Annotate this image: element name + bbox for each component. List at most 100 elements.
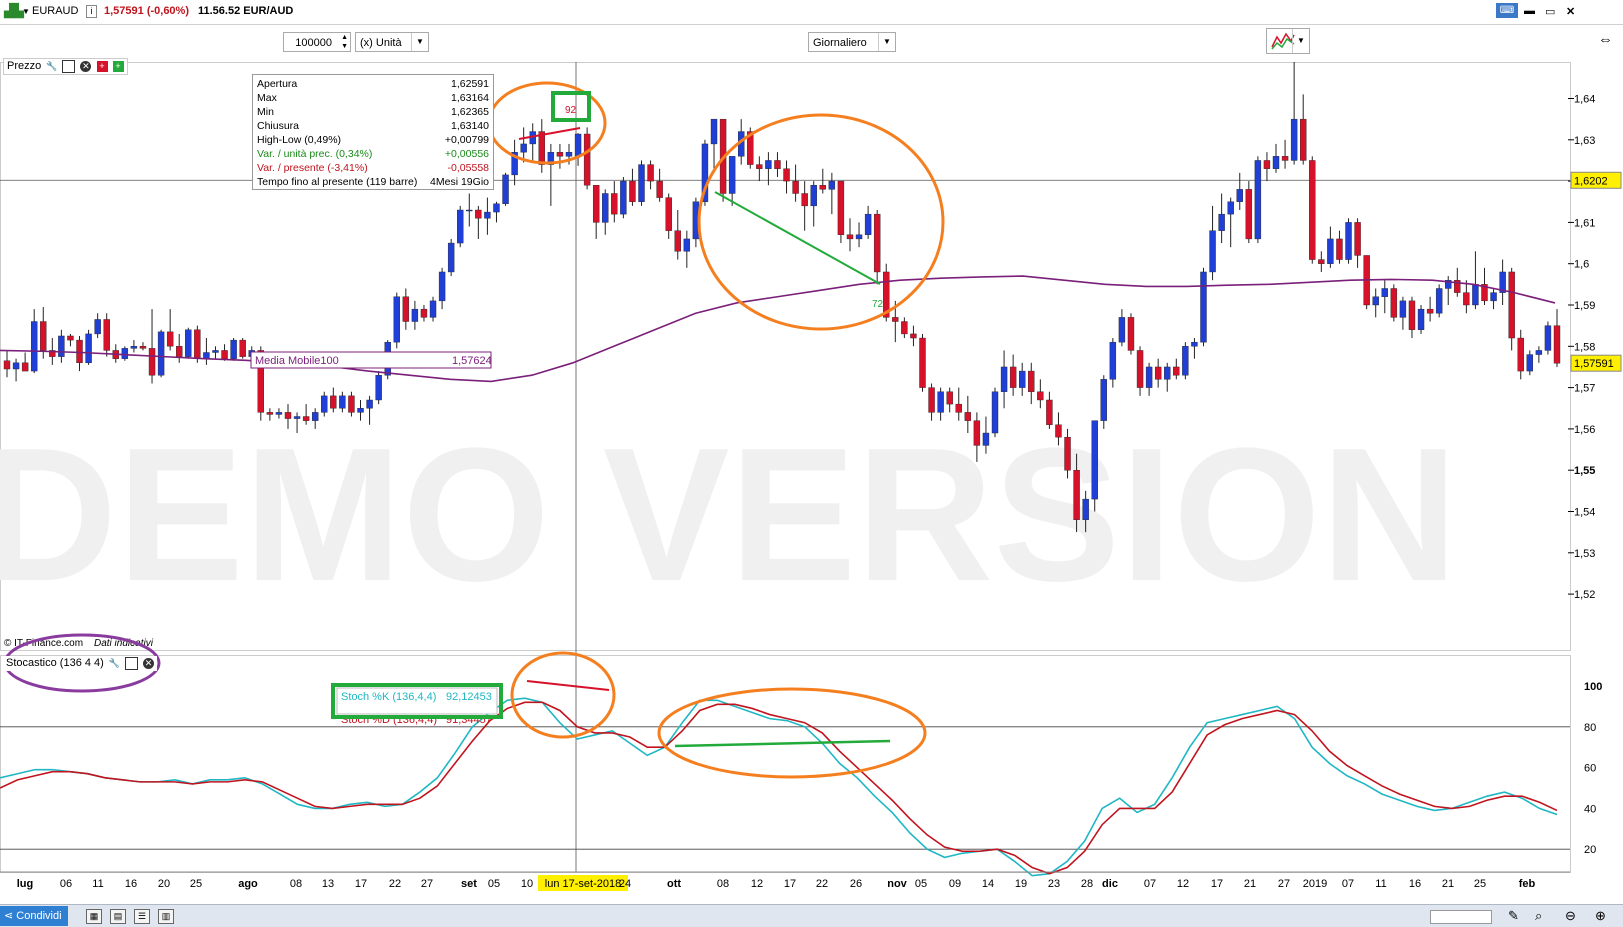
candle-bearish (475, 209, 482, 219)
panel-toggle-icon[interactable]: ⇔ (1598, 31, 1613, 48)
candle-bullish (864, 213, 872, 235)
x-tick-label: 16 (125, 878, 137, 890)
candle-bullish (1417, 308, 1425, 330)
table-icon[interactable]: ▤ (110, 909, 126, 924)
share-button[interactable]: ⋖ Condividi (0, 906, 68, 926)
chevron-down-icon[interactable]: ▼ (878, 33, 895, 51)
chart-area[interactable]: DEMO VERSION1,641,631,621,611,61,591,581… (0, 62, 1623, 904)
keyboard-icon[interactable]: ⌨ (1496, 3, 1518, 18)
candle-bearish (1354, 222, 1361, 256)
quantity-input[interactable]: 100000 ▲ ▼ (283, 32, 351, 52)
wrench-icon[interactable]: 🔧 (109, 658, 120, 669)
time-pair: 11.56.52 EUR/AUD (198, 5, 294, 17)
candle-bullish (810, 185, 817, 207)
candle-bearish (1037, 391, 1044, 401)
x-tick-label: 17 (784, 878, 796, 890)
zoom-in-icon[interactable]: ⊕ (1595, 909, 1606, 923)
candle-bearish (1336, 238, 1343, 260)
unit-select[interactable]: (x) Unità ▼ (355, 32, 429, 52)
window-icon[interactable] (62, 59, 76, 73)
x-tick-label: 12 (1177, 878, 1189, 890)
candle-bearish (194, 329, 201, 359)
candle-bullish (1535, 350, 1543, 355)
y-tick-label: 1,57 (1574, 383, 1595, 395)
price-panel-header: Prezzo 🔧 ✕ + + (3, 58, 128, 75)
candle-bullish (1109, 341, 1117, 380)
chevron-down-icon[interactable]: ▼ (411, 33, 428, 51)
symbol-dropdown-icon[interactable]: ▼ (22, 7, 30, 16)
candle-bullish (1399, 300, 1407, 318)
window-icon[interactable] (124, 656, 138, 670)
close-panel-icon[interactable]: ✕ (143, 657, 155, 669)
info-row-value: +0,00799 (444, 134, 489, 146)
candle-bearish (284, 412, 292, 419)
candle-bearish (420, 308, 428, 318)
candle-bearish (892, 317, 899, 322)
candle-bullish (1435, 288, 1443, 314)
quantity-value: 100000 (295, 37, 332, 49)
x-tick-label: 27 (1278, 878, 1290, 890)
stoch-k-value: 92,12453 (446, 691, 492, 703)
chevron-down-icon[interactable]: ▼ (1292, 29, 1309, 53)
candle-bullish (1000, 366, 1008, 392)
x-tick-label: 13 (322, 878, 334, 890)
minimize-icon[interactable]: ▬ (1524, 5, 1535, 17)
y-tick-label: 1,6 (1574, 259, 1589, 271)
maximize-icon[interactable]: ▭ (1545, 5, 1555, 18)
info-row-value: +0,00556 (444, 148, 489, 160)
candle-bearish (873, 213, 881, 273)
x-tick-label: 14 (982, 878, 994, 890)
candle-bullish (1145, 366, 1153, 388)
candle-bullish (230, 339, 237, 359)
candle-bullish (1209, 230, 1216, 273)
candle-bullish (765, 160, 772, 169)
period-select[interactable]: Giornaliero ▼ (808, 32, 896, 52)
candle-bullish (438, 271, 446, 302)
candle-bullish (855, 234, 863, 240)
remove-panel-icon[interactable]: + (96, 60, 108, 72)
x-tick-label: ago (238, 878, 258, 890)
candle-bullish (429, 300, 437, 318)
y-tick-label: 1,55 (1574, 465, 1595, 477)
zoom-out-icon[interactable]: ⊖ (1565, 909, 1576, 923)
x-tick-label: 07 (1342, 878, 1354, 890)
candle-bearish (819, 185, 826, 190)
symbol-name[interactable]: EURAUD (32, 5, 78, 17)
candle-bearish (583, 133, 591, 186)
candle-bullish (357, 408, 364, 413)
stoch-panel-header: Stocastico (136 4 4) 🔧 ✕ (3, 656, 158, 671)
candle-bullish (157, 331, 165, 376)
close-panel-icon[interactable]: ✕ (80, 60, 92, 72)
candle-bullish (484, 211, 491, 219)
candle-bearish (1136, 350, 1144, 388)
candle-bearish (1009, 366, 1017, 388)
candle-bullish (1544, 325, 1552, 351)
indicator-icon[interactable]: ▥ (158, 909, 174, 924)
list-icon[interactable]: ☰ (134, 909, 150, 924)
candle-bullish (30, 321, 38, 372)
candle-bullish (520, 143, 527, 153)
grid-icon[interactable]: ▦ (86, 909, 102, 924)
x-tick-label: nov (887, 878, 907, 890)
ruler-icon[interactable]: ✎ (1508, 909, 1519, 923)
y-tick-label: 1,58 (1574, 341, 1595, 353)
quantity-spinner-icon[interactable]: ▲ ▼ (341, 33, 348, 51)
chart-type-button[interactable]: ▼ (1266, 28, 1310, 54)
candle-bearish (910, 333, 917, 339)
x-tick-label: 27 (421, 878, 433, 890)
zoom-fit-icon[interactable]: ⌕ (1535, 909, 1542, 923)
app-logo-icon: ▟▙ (4, 3, 24, 18)
add-panel-icon[interactable]: + (112, 60, 124, 72)
info-icon[interactable]: i (86, 5, 97, 18)
close-icon[interactable]: ✕ (1566, 5, 1575, 18)
candle-bullish (493, 203, 500, 213)
info-row: Max 1,63164 (257, 91, 489, 105)
x-tick-label: lug (17, 878, 34, 890)
candle-bearish (837, 180, 845, 235)
candle-bullish (1164, 366, 1171, 380)
candle-bullish (1290, 118, 1298, 161)
candle-bullish (1019, 370, 1026, 388)
scrollbar[interactable] (1430, 910, 1492, 924)
chart-toolbar: 100000 ▲ ▼ (x) Unità ▼ Giornaliero ▼ ▼ ⇔ (0, 25, 1623, 61)
wrench-icon[interactable]: 🔧 (46, 61, 57, 72)
